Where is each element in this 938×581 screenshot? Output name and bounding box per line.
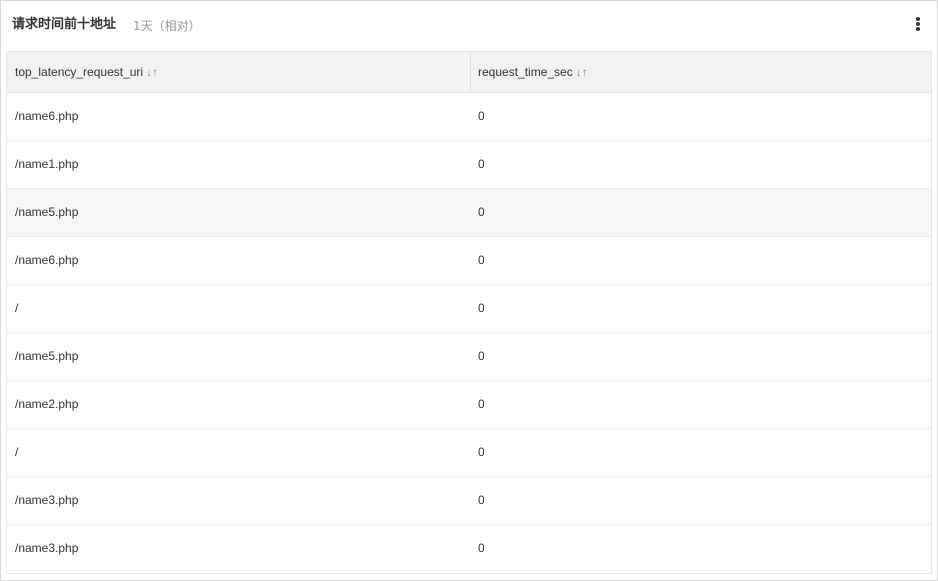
more-vertical-icon bbox=[916, 17, 920, 21]
table-row[interactable]: /name6.php 0 bbox=[7, 93, 931, 141]
more-vertical-icon bbox=[916, 22, 920, 26]
request-time-cell: 0 bbox=[478, 205, 485, 219]
uri-cell: /name3.php bbox=[15, 493, 79, 507]
request-time-cell: 0 bbox=[478, 349, 485, 363]
request-time-cell: 0 bbox=[478, 109, 485, 123]
table-row[interactable]: /name1.php 0 bbox=[7, 141, 931, 189]
request-time-cell: 0 bbox=[478, 493, 485, 507]
uri-cell: /name3.php bbox=[15, 541, 79, 555]
table-row[interactable]: /name2.php 0 bbox=[7, 381, 931, 429]
request-time-cell: 0 bbox=[478, 157, 485, 171]
sort-icon[interactable]: ↓↑ bbox=[146, 52, 158, 92]
column-header-label: top_latency_request_uri bbox=[15, 65, 144, 79]
uri-cell: /name5.php bbox=[15, 349, 79, 363]
table-row[interactable]: /name3.php 0 bbox=[7, 477, 931, 525]
uri-cell: /name5.php bbox=[15, 205, 79, 219]
column-header-label: request_time_sec bbox=[478, 65, 573, 79]
more-options-button[interactable] bbox=[909, 13, 927, 35]
table-row[interactable]: /name3.php 0 bbox=[7, 525, 931, 573]
panel-title: 请求时间前十地址 bbox=[12, 17, 117, 32]
table-row[interactable]: / 0 bbox=[7, 429, 931, 477]
uri-cell: / bbox=[15, 301, 19, 315]
dashboard-panel: 请求时间前十地址 1天（相对） top_latency_request_uri ↓… bbox=[0, 0, 938, 581]
data-table: top_latency_request_uri ↓↑ request_time_s… bbox=[6, 51, 932, 574]
table-row[interactable]: /name6.php 0 bbox=[7, 237, 931, 285]
uri-cell: /name6.php bbox=[15, 253, 79, 267]
panel-header: 请求时间前十地址 1天（相对） bbox=[1, 1, 937, 49]
sort-icon[interactable]: ↓↑ bbox=[576, 52, 588, 92]
table-body: /name6.php 0 /name1.php 0 /name5.php 0 /… bbox=[7, 93, 931, 573]
uri-cell: / bbox=[15, 445, 19, 459]
column-divider[interactable] bbox=[470, 52, 471, 92]
column-header-uri[interactable]: top_latency_request_uri ↓↑ bbox=[15, 52, 158, 92]
request-time-cell: 0 bbox=[478, 301, 485, 315]
table-row[interactable]: /name5.php 0 bbox=[7, 189, 931, 237]
uri-cell: /name1.php bbox=[15, 157, 79, 171]
uri-cell: /name6.php bbox=[15, 109, 79, 123]
request-time-cell: 0 bbox=[478, 541, 485, 555]
request-time-cell: 0 bbox=[478, 253, 485, 267]
table-row[interactable]: /name5.php 0 bbox=[7, 333, 931, 381]
request-time-cell: 0 bbox=[478, 445, 485, 459]
column-header-request-time[interactable]: request_time_sec ↓↑ bbox=[478, 52, 588, 92]
more-vertical-icon bbox=[916, 27, 920, 31]
table-row[interactable]: / 0 bbox=[7, 285, 931, 333]
uri-cell: /name2.php bbox=[15, 397, 79, 411]
time-range-label[interactable]: 1天（相对） bbox=[133, 17, 201, 35]
table-header: top_latency_request_uri ↓↑ request_time_s… bbox=[7, 51, 931, 93]
request-time-cell: 0 bbox=[478, 397, 485, 411]
